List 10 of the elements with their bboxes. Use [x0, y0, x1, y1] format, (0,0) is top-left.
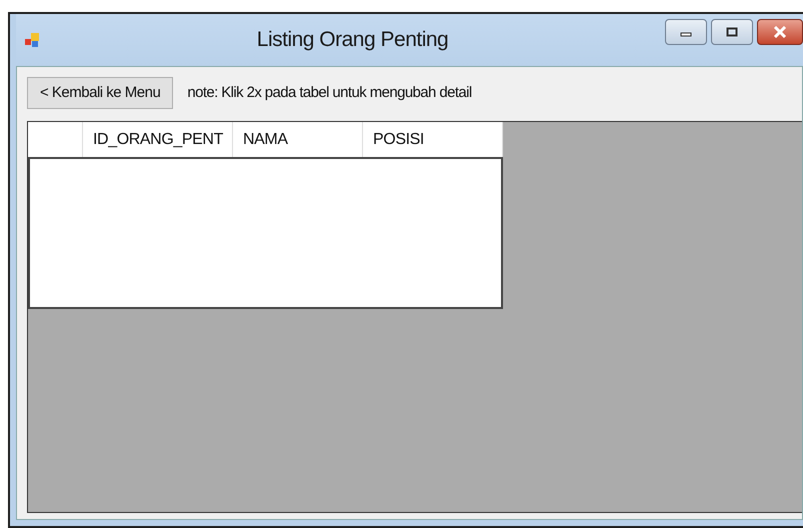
close-button[interactable] [757, 19, 803, 45]
minimize-button[interactable] [665, 19, 707, 45]
data-grid[interactable]: ID_ORANG_PENT NAMA POSISI [27, 121, 802, 513]
note-text: note: Klik 2x pada tabel untuk mengubah detail [187, 82, 472, 103]
maximize-icon [726, 27, 738, 37]
window-title: Listing Orang Penting [256, 27, 450, 54]
close-icon [773, 26, 787, 38]
maximize-button[interactable] [711, 19, 753, 45]
app-icon [24, 32, 40, 48]
back-to-menu-button[interactable]: < Kembali ke Menu [27, 76, 174, 110]
